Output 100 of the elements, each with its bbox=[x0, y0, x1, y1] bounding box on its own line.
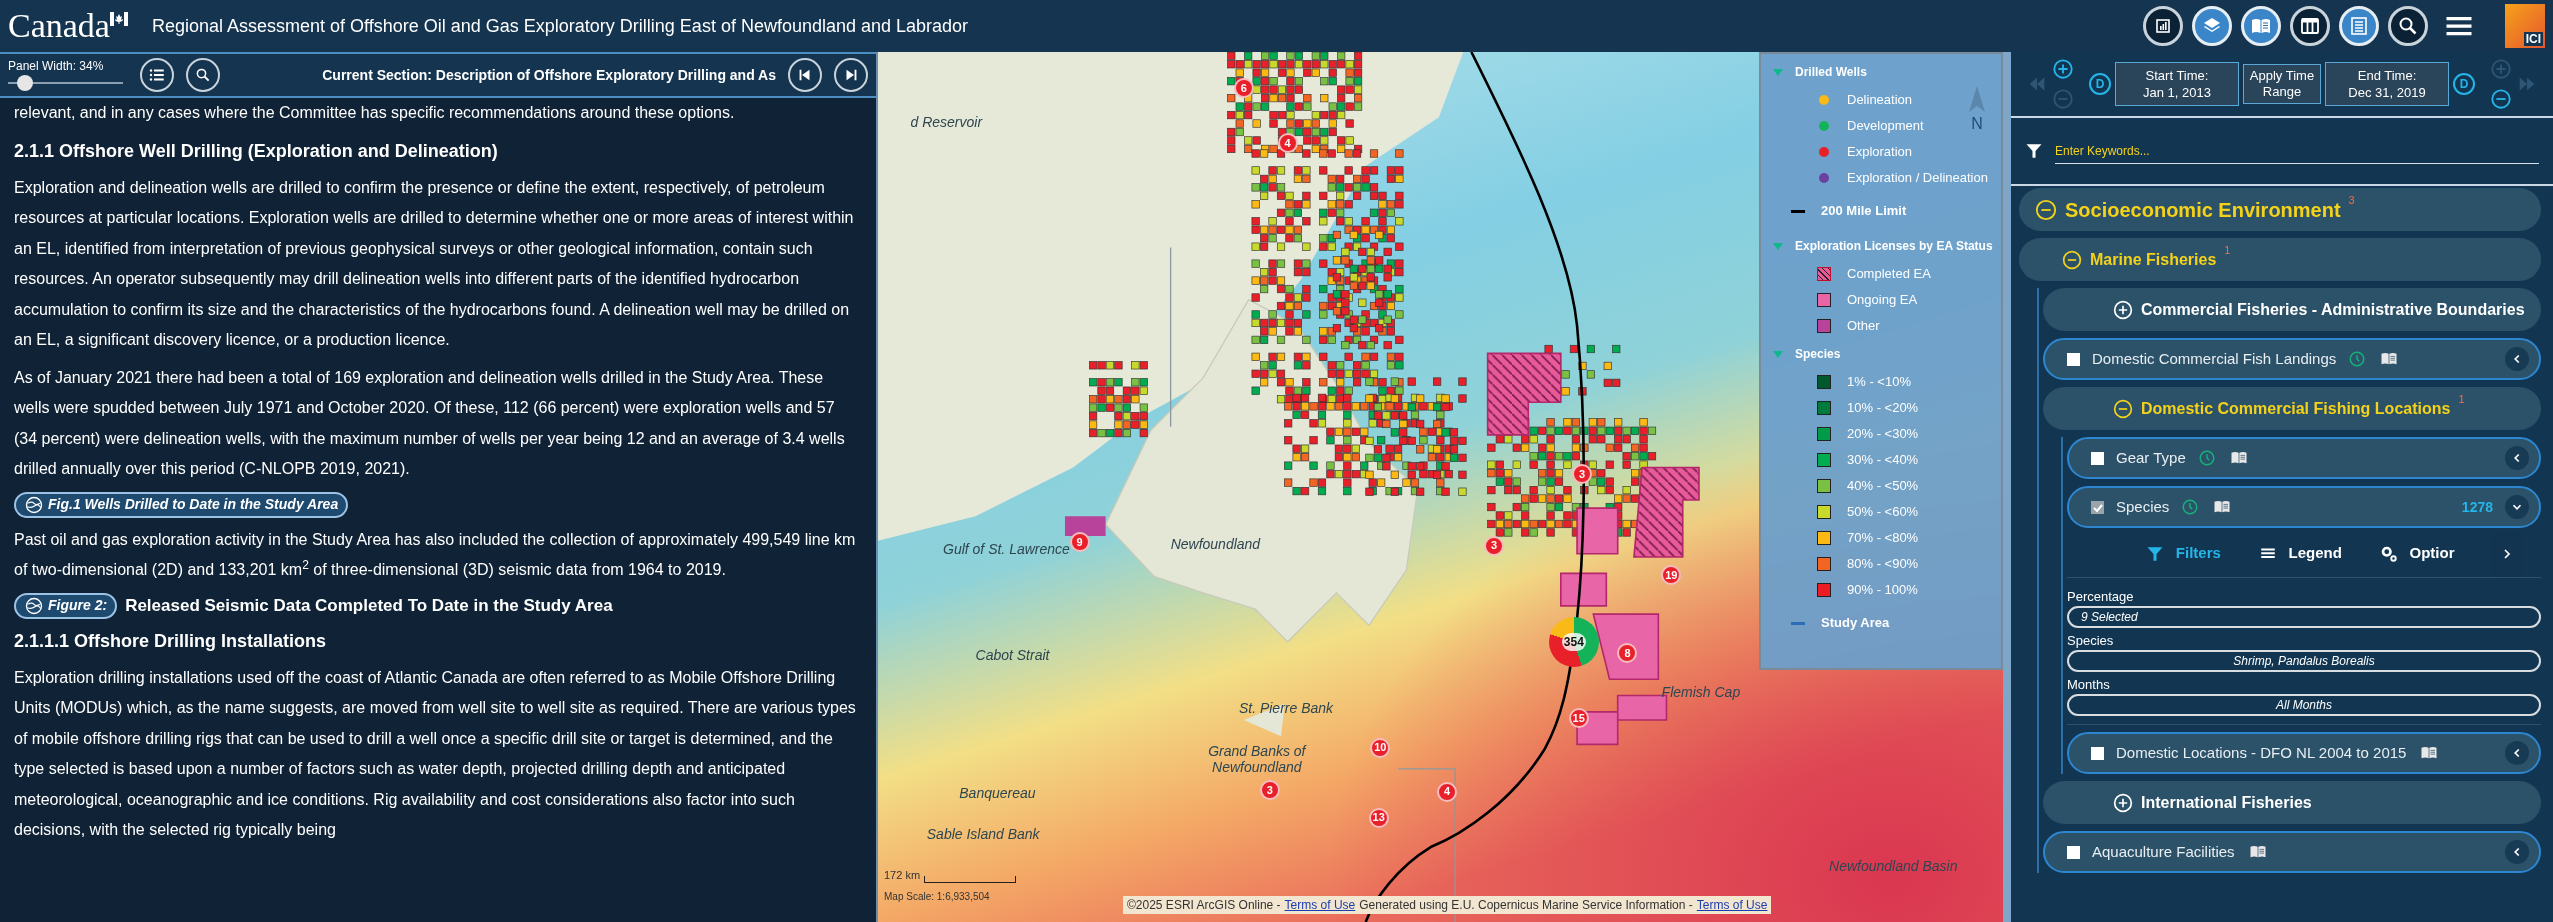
keyword-filter-field[interactable]: Enter Keywords... bbox=[2055, 138, 2539, 164]
legend-label: Development bbox=[1847, 117, 1924, 136]
panel-tab[interactable]: Filters bbox=[2145, 542, 2221, 565]
group-count: 3 bbox=[2348, 194, 2355, 206]
expand-layer-button[interactable] bbox=[2505, 347, 2529, 371]
legend-label: 30% - <40% bbox=[1847, 451, 1919, 470]
scale-distance: 172 km bbox=[884, 867, 921, 883]
group-label: International Fisheries bbox=[2141, 792, 2312, 813]
apply-time-range-button[interactable]: Apply Time Range bbox=[2243, 64, 2321, 104]
legend-heading: Drilled Wells bbox=[1795, 64, 1867, 81]
body-paragraph: Exploration and delineation wells are drilled to confirm the presence or define the extent, respectively, of petroleum resources at particular locations. Exploration wells are drilled to determine whether one or more areas of interest within an EL, identified from interpretation of previous geophysical surveys or other geological information, contain such resources. An operator subsequently may drill delineation wells into different parts of the identified hydrocarbon accumulation to confirm its size and the characteristics of the hydrocarbons found. A delineation well may be drilled on an EL, a significant discovery licence, or a production licence. bbox=[14, 177, 855, 350]
layer-checkbox[interactable] bbox=[2067, 845, 2080, 859]
figure-caption: Released Seismic Data Completed To Date in the Study Area bbox=[125, 594, 613, 617]
layer-checkbox[interactable] bbox=[2091, 451, 2104, 465]
layer-label: Aquaculture Facilities bbox=[2092, 841, 2235, 862]
layer-group-header[interactable]: Domestic Commercial Fishing Locations 1 bbox=[2043, 387, 2541, 430]
cluster-count: 354 bbox=[1561, 632, 1586, 651]
north-label: N bbox=[1971, 114, 1983, 134]
panel-width-label: Panel Width: 34% bbox=[8, 59, 105, 73]
layers-button[interactable] bbox=[2192, 6, 2232, 46]
dropdown-field[interactable]: 9 Selected bbox=[2067, 606, 2541, 628]
layer-row[interactable]: Aquaculture Facilities bbox=[2043, 831, 2541, 873]
layer-group-header[interactable]: Commercial Fisheries - Administrative Boundaries bbox=[2043, 288, 2541, 331]
zoom-out-icon bbox=[2490, 88, 2512, 110]
north-arrow-icon bbox=[1967, 86, 1987, 112]
layer-row[interactable]: Species 1278 bbox=[2067, 486, 2541, 528]
terms-link[interactable]: Terms of Use bbox=[1696, 896, 1768, 914]
field-label: Species bbox=[2067, 632, 2115, 650]
body-paragraph: Exploration drilling installations used off the coast of Atlantic Canada are often referred to as Mobile Offshore Drilling Units (MODUs) which, as the name suggests, are moved from well site to well site as required. There are various types of mobile offshore drilling rigs that can be used to drill a well once a specific drill site or target is determined, and the type selected is based upon a number of factors such as water depth, projected drilling depth and anticipated meteorological, oceanographic and ice conditions. Rig availability and cost considerations also factor into such decisions, with the selected rig typically being bbox=[14, 667, 857, 840]
place-label: Sable Island Bank bbox=[926, 825, 1040, 842]
place-label: Gulf of St. Lawrence bbox=[943, 540, 1070, 557]
search-icon bbox=[194, 66, 212, 84]
panel-tab[interactable]: Legend bbox=[2258, 542, 2342, 565]
body-paragraph: As of January 2021 there had been a total of 169 exploration and delineation wells drilled in the Study Area. These wells were spudded between July 1971 and October 2020. Of these, 112 (66 percent) were exploration wells and 57 (34 percent) were delineation wells, with the maximum number of wells per year being 12 and an average of 3.4 wells drilled annually over this period (C-NLOPB 2019, 2021). bbox=[14, 367, 846, 479]
body-paragraph: Past oil and gas exploration activity in the Study Area has also included the collection of approximately 499,549 line km of two-dimensional (2D) and 133,201 km$^{2}$ of three-dimensional (3D) seismic data from 1964 to 2019. bbox=[14, 529, 857, 580]
next-section-button[interactable] bbox=[834, 58, 868, 92]
place-label: St. Pierre Bank bbox=[1238, 700, 1334, 717]
flag-icon bbox=[109, 12, 128, 26]
layer-row[interactable]: Domestic Commercial Fish Landings bbox=[2043, 338, 2541, 380]
search-button[interactable] bbox=[2388, 6, 2428, 46]
field-label: Percentage bbox=[2067, 588, 2135, 606]
list-icon bbox=[148, 66, 166, 84]
expand-layer-button[interactable] bbox=[2505, 495, 2529, 519]
zoom-out-button[interactable] bbox=[2490, 88, 2512, 110]
start-time-button[interactable]: Start Time: Jan 1, 2013 bbox=[2115, 62, 2239, 106]
layer-group-header[interactable]: Socioeconomic Environment 3 bbox=[2019, 188, 2541, 231]
layer-checkbox[interactable] bbox=[2091, 500, 2104, 514]
legend-label: Completed EA bbox=[1847, 265, 1931, 284]
first-section-button[interactable] bbox=[788, 58, 822, 92]
attribution-text: Generated using E.U. Copernicus Marine Service Information - bbox=[1359, 897, 1693, 914]
contents-button[interactable] bbox=[140, 58, 174, 92]
layer-label: Domestic Locations - DFO NL 2004 to 2015 bbox=[2116, 742, 2407, 763]
layer-label: Domestic Commercial Fish Landings bbox=[2092, 348, 2337, 369]
figure-link[interactable]: Figure 2: bbox=[14, 592, 118, 619]
layer-row[interactable]: Domestic Locations - DFO NL 2004 to 2015 bbox=[2067, 732, 2541, 774]
group-label: Marine Fisheries bbox=[2090, 249, 2217, 270]
slider-thumb[interactable] bbox=[17, 75, 34, 91]
layer-group-header[interactable]: Marine Fisheries 1 bbox=[2019, 238, 2541, 281]
place-label: Newfoundland Basin bbox=[1829, 858, 1958, 875]
place-label: Newfoundland bbox=[1170, 535, 1261, 552]
group-count: 1 bbox=[2224, 244, 2231, 256]
end-time-button[interactable]: End Time: Dec 31, 2019 bbox=[2325, 62, 2449, 106]
expand-layer-button[interactable] bbox=[2505, 446, 2529, 470]
figure-link[interactable]: Fig.1 Wells Drilled to Date in the Study Area bbox=[14, 491, 349, 518]
section-title: Current Section: Description of Offshore Exploratory Drilling and As bbox=[322, 67, 776, 83]
expand-layer-button[interactable] bbox=[2505, 741, 2529, 765]
layer-label: Gear Type bbox=[2116, 447, 2186, 468]
layer-row[interactable]: Gear Type bbox=[2067, 437, 2541, 479]
layer-group-header[interactable]: International Fisheries bbox=[2043, 781, 2541, 824]
dropdown-field[interactable]: Shrimp, Pandalus Borealis bbox=[2067, 650, 2541, 672]
body-paragraph: relevant, and in any cases where the Committee has specific recommendations around these options. bbox=[14, 103, 736, 123]
group-count: 1 bbox=[2458, 393, 2465, 405]
section-heading: 2.1.1.1 Offshore Drilling Installations bbox=[14, 629, 328, 653]
canada-wordmark: Canada bbox=[8, 6, 110, 46]
panel-tab[interactable]: Optior bbox=[2379, 542, 2455, 565]
date-mark: D bbox=[2089, 73, 2111, 95]
legend-heading: Species bbox=[1795, 346, 1841, 363]
legend-label: 1% - <10% bbox=[1847, 373, 1911, 392]
terms-link[interactable]: Terms of Use bbox=[1284, 896, 1356, 914]
book-button[interactable] bbox=[2241, 6, 2281, 46]
dropdown-field[interactable]: All Months bbox=[2067, 694, 2541, 716]
logo-text: ICI bbox=[2523, 32, 2543, 46]
layer-checkbox[interactable] bbox=[2067, 352, 2080, 366]
chart-button[interactable] bbox=[2143, 6, 2183, 46]
legend-label: Exploration bbox=[1847, 143, 1913, 162]
expand-layer-button[interactable] bbox=[2505, 840, 2529, 864]
layer-checkbox[interactable] bbox=[2091, 746, 2104, 760]
date-mark: D bbox=[2453, 73, 2475, 95]
list-button[interactable] bbox=[2339, 6, 2379, 46]
legend-label: 50% - <60% bbox=[1847, 503, 1919, 522]
legend-label: 200 Mile Limit bbox=[1821, 202, 1907, 221]
layer-label: Species bbox=[2116, 496, 2170, 517]
zoom-in-button[interactable] bbox=[2052, 58, 2074, 80]
app-title: Regional Assessment of Offshore Oil and Gas Exploratory Drilling East of Newfoundland and Labrador bbox=[151, 14, 970, 38]
gears-icon bbox=[2379, 544, 2398, 563]
filter-icon bbox=[2025, 142, 2043, 160]
search-button[interactable] bbox=[186, 58, 220, 92]
place-label: Grand Banks of Newfoundland bbox=[1207, 742, 1308, 775]
table-button[interactable] bbox=[2290, 6, 2330, 46]
legend-label: Exploration / Delineation bbox=[1847, 169, 1988, 188]
